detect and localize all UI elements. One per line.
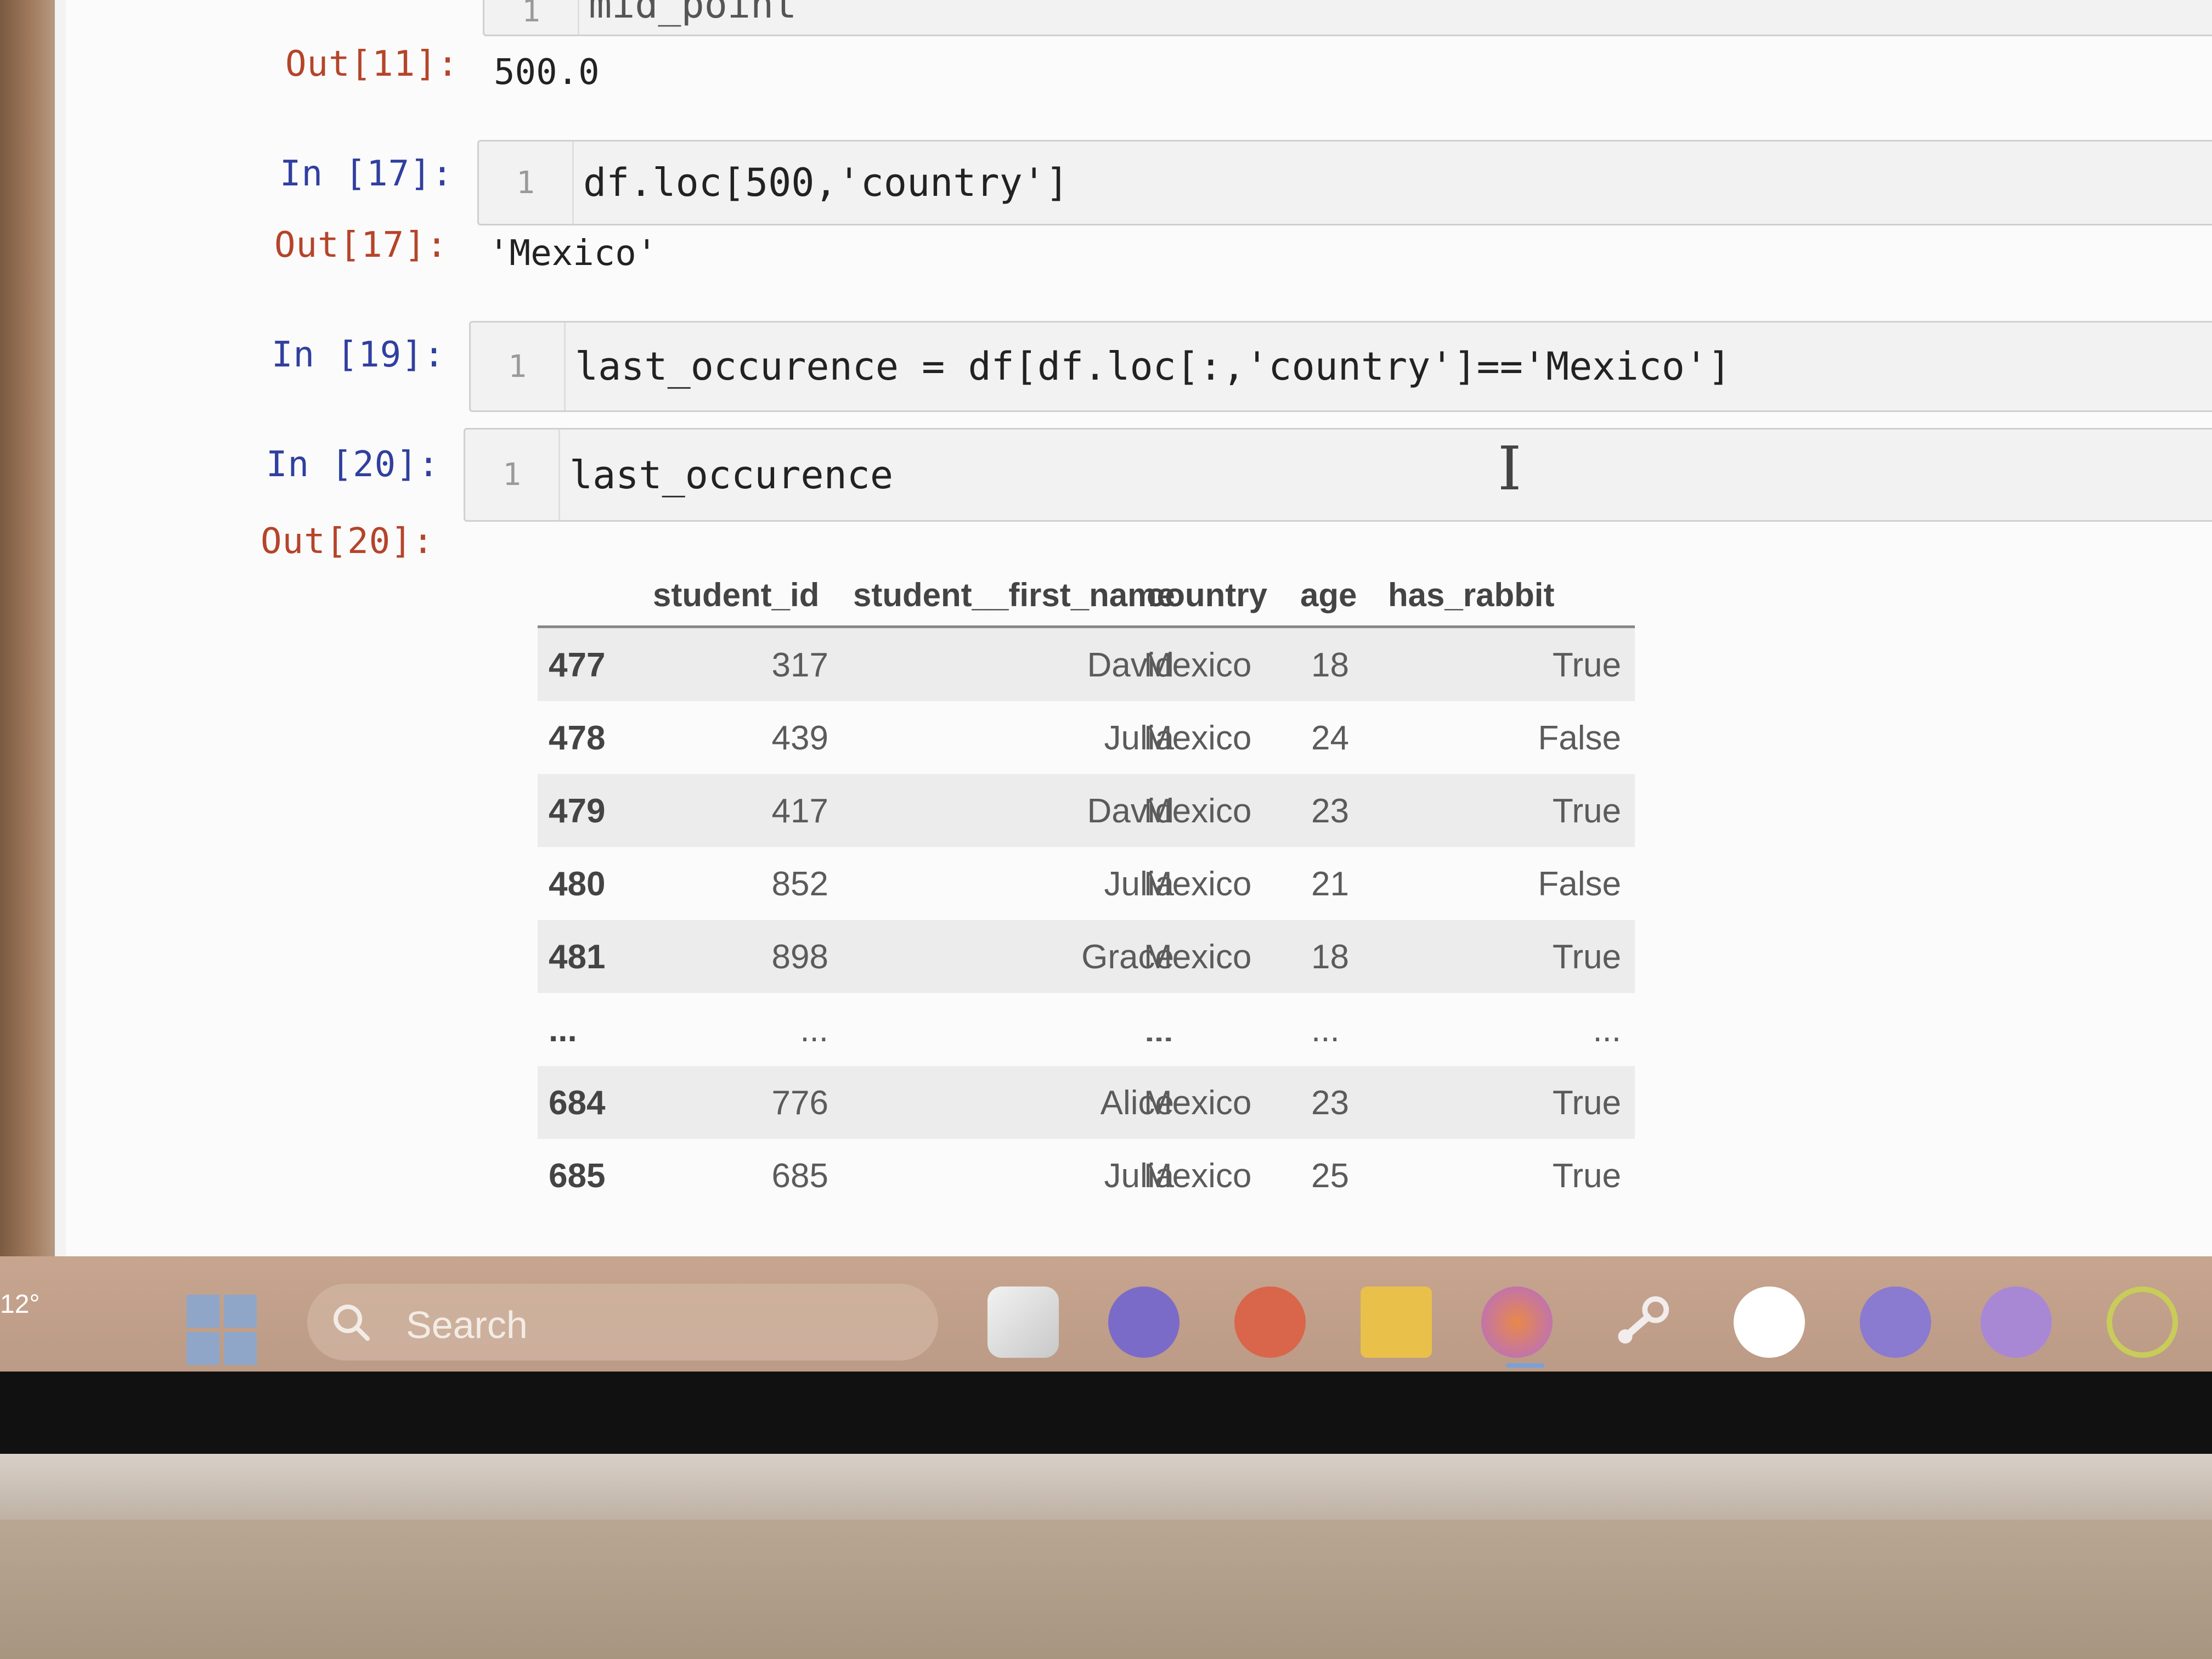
- table-row: 685 685 Julia Mexico 25 True: [538, 1139, 1635, 1212]
- monitor-bottom-bezel: [0, 1372, 2212, 1459]
- cell-code[interactable]: df.loc[500,'country']: [583, 142, 1069, 224]
- video-call-icon[interactable]: [1108, 1286, 1180, 1358]
- cell-has-rabbit: True: [1552, 938, 1621, 976]
- weather-widget[interactable]: 12°: [0, 1289, 40, 1319]
- code-cell-20[interactable]: 1 last_occurence: [464, 428, 2212, 522]
- desk-surface: [0, 1520, 2212, 1659]
- table-header: student_id student__first_name country a…: [538, 565, 1635, 628]
- github-icon[interactable]: [1980, 1286, 2052, 1358]
- cell-student-id: 439: [771, 719, 828, 757]
- table-row: ..................: [538, 993, 1635, 1066]
- in-prompt-17: In [17]:: [280, 154, 454, 194]
- column-header: student_id: [653, 577, 820, 613]
- table-row: 477 317 David Mexico 18 True: [538, 628, 1635, 701]
- cell-age: 21: [1311, 865, 1349, 903]
- taskbar-search[interactable]: Search: [307, 1284, 938, 1361]
- column-header: student__first_name: [853, 577, 1175, 613]
- task-view-icon[interactable]: [988, 1286, 1059, 1358]
- monitor-stand-lip: [0, 1454, 2212, 1520]
- row-index: 684: [549, 1084, 606, 1122]
- cell-country: ...: [1144, 1011, 1172, 1049]
- search-label: Search: [406, 1304, 528, 1346]
- active-indicator: [1506, 1363, 1544, 1368]
- opera-icon[interactable]: [1234, 1286, 1306, 1358]
- jupyter-notebook: 1 mid_point Out[11]: 500.0 In [17]: 1 df…: [66, 0, 2212, 1262]
- table-body: 477 317 David Mexico 18 True 478 439 Julia Mexico…: [538, 628, 1635, 1212]
- search-icon: [334, 1305, 370, 1341]
- cell-has-rabbit: True: [1552, 792, 1621, 830]
- table-row: 481 898 Grace Mexico 18 True: [538, 920, 1635, 993]
- out-prompt-17: Out[17]:: [274, 225, 448, 266]
- cell-student-id: 317: [771, 646, 828, 684]
- photo: 1 mid_point Out[11]: 500.0 In [17]: 1 df…: [0, 0, 2212, 1659]
- line-number: 1: [484, 0, 579, 35]
- steam-icon[interactable]: [1607, 1286, 1679, 1358]
- output-11: 500.0: [494, 52, 600, 93]
- cell-age: 25: [1311, 1157, 1349, 1195]
- cell-age: 18: [1311, 646, 1349, 684]
- line-number: 1: [471, 323, 566, 410]
- file-explorer-icon[interactable]: [1361, 1286, 1432, 1358]
- cell-country: Mexico: [1144, 792, 1252, 830]
- column-header: has_rabbit: [1388, 577, 1555, 613]
- code-cell-19[interactable]: 1 last_occurence = df[df.loc[:,'country'…: [469, 321, 2212, 412]
- cell-country: Mexico: [1144, 865, 1252, 903]
- row-index: 481: [549, 938, 606, 976]
- cell-age: 23: [1311, 792, 1349, 830]
- out-prompt-11: Out[11]:: [285, 44, 459, 84]
- cell-age: ...: [1311, 1011, 1340, 1049]
- cell-country: Mexico: [1144, 719, 1252, 757]
- cell-has-rabbit: False: [1538, 865, 1621, 903]
- cell-student-id: 776: [771, 1084, 828, 1122]
- table-row: 480 852 Julia Mexico 21 False: [538, 847, 1635, 920]
- cell-has-rabbit: ...: [1593, 1011, 1621, 1049]
- cell-country: Mexico: [1144, 1157, 1252, 1195]
- in-prompt-19: In [19]:: [272, 335, 445, 375]
- line-number: 1: [465, 430, 560, 520]
- out-prompt-20: Out[20]:: [261, 521, 435, 562]
- cell-has-rabbit: True: [1552, 1157, 1621, 1195]
- output-17: 'Mexico': [488, 233, 658, 274]
- cell-code[interactable]: mid_point: [589, 0, 797, 35]
- cell-age: 23: [1311, 1084, 1349, 1122]
- column-header: age: [1300, 577, 1357, 613]
- cell-age: 24: [1311, 719, 1349, 757]
- slack-icon[interactable]: [1734, 1286, 1805, 1358]
- cell-has-rabbit: False: [1538, 719, 1621, 757]
- table-row: 684 776 Alice Mexico 23 True: [538, 1066, 1635, 1139]
- row-index: 478: [549, 719, 606, 757]
- firefox-icon[interactable]: [1481, 1286, 1553, 1358]
- cell-country: Mexico: [1144, 938, 1252, 976]
- cell-code[interactable]: last_occurence: [569, 430, 893, 520]
- cell-code[interactable]: last_occurence = df[df.loc[:,'country']=…: [575, 323, 1731, 410]
- table-row: 479 417 David Mexico 23 True: [538, 774, 1635, 847]
- windows-start-icon[interactable]: [187, 1295, 258, 1366]
- cell-student-id: 417: [771, 792, 828, 830]
- line-number: 1: [479, 142, 574, 224]
- cell-has-rabbit: True: [1552, 646, 1621, 684]
- cell-student-id: 852: [771, 865, 828, 903]
- cell-age: 18: [1311, 938, 1349, 976]
- row-index: 479: [549, 792, 606, 830]
- taskbar: 12° Search: [0, 1256, 2212, 1377]
- app-icon[interactable]: [2107, 1286, 2178, 1358]
- cell-student-id: 898: [771, 938, 828, 976]
- cell-country: Mexico: [1144, 1084, 1252, 1122]
- row-index: 480: [549, 865, 606, 903]
- cell-country: Mexico: [1144, 646, 1252, 684]
- in-prompt-20: In [20]:: [266, 444, 440, 485]
- discord-icon[interactable]: [1860, 1286, 1931, 1358]
- code-cell-11[interactable]: 1 mid_point: [483, 0, 2212, 36]
- text-cursor-icon: I: [1498, 433, 1522, 504]
- row-index: 685: [549, 1157, 606, 1195]
- cell-student-id: ...: [800, 1011, 828, 1049]
- code-cell-17[interactable]: 1 df.loc[500,'country']: [477, 140, 2212, 225]
- cell-student-id: 685: [771, 1157, 828, 1195]
- table-row: 478 439 Julia Mexico 24 False: [538, 701, 1635, 774]
- row-index: ...: [549, 1011, 577, 1049]
- cell-has-rabbit: True: [1552, 1084, 1621, 1122]
- column-header: country: [1147, 577, 1268, 613]
- row-index: 477: [549, 646, 606, 684]
- dataframe-output: student_id student__first_name country a…: [538, 565, 1635, 1212]
